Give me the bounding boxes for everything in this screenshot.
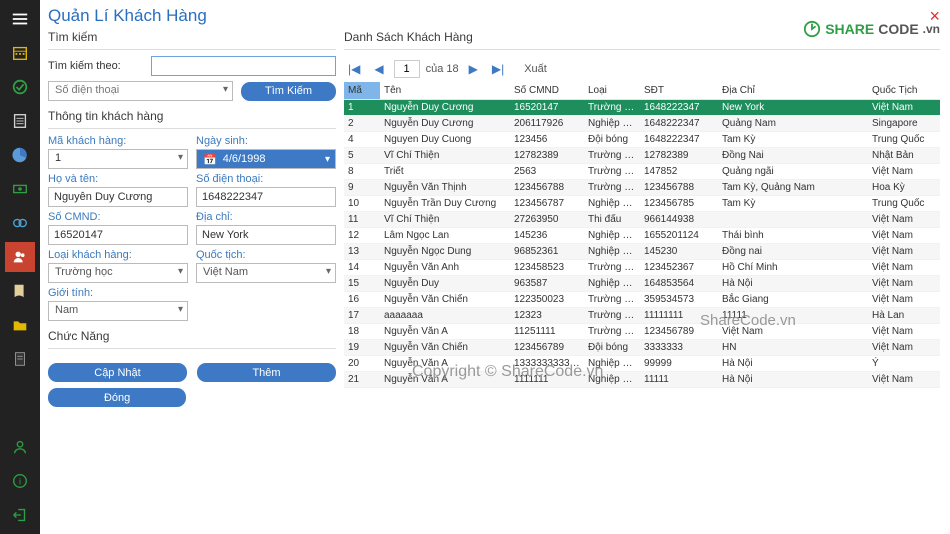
table-row[interactable]: 4Nguyen Duy Cuong123456Đội bóng164822234… xyxy=(344,132,940,148)
close-button[interactable]: Đóng xyxy=(48,388,186,407)
export-button[interactable]: Xuất xyxy=(524,63,547,75)
pager-next-icon[interactable]: ▶ xyxy=(465,62,482,76)
dob-input[interactable]: 📅 4/6/1998 xyxy=(196,149,336,169)
column-header[interactable]: Mã xyxy=(344,82,380,100)
table-row[interactable]: 1Nguyễn Duy Cương16520147Trường …1648222… xyxy=(344,100,940,116)
search-by-label: Tìm kiếm theo: xyxy=(48,60,143,72)
table-row[interactable]: 19Nguyễn Văn Chiến123456789Đội bóng33333… xyxy=(344,340,940,356)
search-section-title: Tìm kiếm xyxy=(48,30,336,44)
table-row[interactable]: 10Nguyễn Trần Duy Cương123456787Nghiệp …… xyxy=(344,196,940,212)
dob-label: Ngày sinh: xyxy=(196,135,336,147)
table-row[interactable]: 9Nguyễn Văn Thịnh123456788Trường …123456… xyxy=(344,180,940,196)
calendar-icon[interactable] xyxy=(5,38,35,68)
update-button[interactable]: Cập Nhật xyxy=(48,363,187,382)
table-row[interactable]: 21Nguyễn Văn A1111111Nghiệp …11111Hà Nội… xyxy=(344,372,940,388)
pager-first-icon[interactable]: |◀ xyxy=(344,62,364,76)
name-input[interactable] xyxy=(48,187,188,207)
add-button[interactable]: Thêm xyxy=(197,363,336,382)
table-row[interactable]: 8Triết2563Trường …147852Quảng ngãiViệt N… xyxy=(344,164,940,180)
phone-input[interactable] xyxy=(196,187,336,207)
nat-label: Quốc tịch: xyxy=(196,249,336,261)
cmnd-label: Số CMND: xyxy=(48,211,188,223)
customer-table: MãTênSố CMNDLoạiSĐTĐịa ChỉQuốc Tịch 1Ngu… xyxy=(344,82,940,388)
column-header[interactable]: Số CMND xyxy=(510,82,584,100)
column-header[interactable]: Tên xyxy=(380,82,510,100)
bill-icon[interactable] xyxy=(5,344,35,374)
left-sidebar: i xyxy=(0,0,40,534)
addr-label: Địa chỉ: xyxy=(196,211,336,223)
sharecode-logo: SHARECODE.vn xyxy=(803,20,940,38)
table-row[interactable]: 2Nguyễn Duy Cương206117926Nghiệp …164822… xyxy=(344,116,940,132)
cash-icon[interactable] xyxy=(5,174,35,204)
calendar-small-icon: 📅 xyxy=(203,153,217,166)
type-label: Loại khách hàng: xyxy=(48,249,188,261)
pager-prev-icon[interactable]: ◀ xyxy=(370,62,387,76)
pager: |◀ ◀ của 18 ▶ ▶| Xuất xyxy=(344,60,940,78)
table-row[interactable]: 18Nguyễn Văn A11251111Trường …123456789V… xyxy=(344,324,940,340)
table-row[interactable]: 15Nguyễn Duy963587Nghiệp …164853564Hà Nộ… xyxy=(344,276,940,292)
column-header[interactable]: SĐT xyxy=(640,82,718,100)
rings-icon[interactable] xyxy=(5,208,35,238)
table-row[interactable]: 16Nguyễn Văn Chiến122350023Trường …35953… xyxy=(344,292,940,308)
addr-input[interactable] xyxy=(196,225,336,245)
column-header[interactable]: Loại xyxy=(584,82,640,100)
checkmark-icon[interactable] xyxy=(5,72,35,102)
logout-icon[interactable] xyxy=(5,500,35,530)
table-row[interactable]: 17aaaaaaa12323Trường …1111111111111Hà La… xyxy=(344,308,940,324)
pager-of-label: của 18 xyxy=(426,63,459,75)
actions-title: Chức Năng xyxy=(48,329,336,343)
logo-icon xyxy=(803,20,821,38)
table-row[interactable]: 20Nguyễn Văn A1333333333…Nghiệp …99999Hà… xyxy=(344,356,940,372)
table-row[interactable]: 12Lâm Ngọc Lan145236Nghiệp …1655201124Th… xyxy=(344,228,940,244)
dob-value: 4/6/1998 xyxy=(223,153,266,165)
table-row[interactable]: 11Vĩ Chí Thiện27263950Thi đấu966144938Vi… xyxy=(344,212,940,228)
chart-pie-icon[interactable] xyxy=(5,140,35,170)
search-input[interactable] xyxy=(151,56,336,76)
gender-select[interactable]: Nam xyxy=(48,301,188,321)
folder-icon[interactable] xyxy=(5,310,35,340)
list-icon[interactable] xyxy=(5,106,35,136)
table-row[interactable]: 14Nguyễn Văn Anh123458523Trường …1234523… xyxy=(344,260,940,276)
scroll-icon[interactable] xyxy=(5,276,35,306)
nat-select[interactable]: Việt Nam xyxy=(196,263,336,283)
column-header[interactable]: Địa Chỉ xyxy=(718,82,868,100)
phone-label: Số điện thoại: xyxy=(196,173,336,185)
user-icon[interactable] xyxy=(5,432,35,462)
column-header[interactable]: Quốc Tịch xyxy=(868,82,940,100)
pager-last-icon[interactable]: ▶| xyxy=(488,62,508,76)
table-row[interactable]: 5Vĩ Chí Thiện12782389Trường …12782389Đồn… xyxy=(344,148,940,164)
type-select[interactable]: Trường học xyxy=(48,263,188,283)
gender-label: Giới tính: xyxy=(48,287,188,299)
svg-text:i: i xyxy=(19,477,21,487)
info-section-title: Thông tin khách hàng xyxy=(48,109,336,123)
table-row[interactable]: 13Nguyễn Ngọc Dung96852361Nghiệp …145230… xyxy=(344,244,940,260)
id-label: Mã khách hàng: xyxy=(48,135,188,147)
cmnd-input[interactable] xyxy=(48,225,188,245)
users-red-icon[interactable] xyxy=(5,242,35,272)
id-select[interactable]: 1 xyxy=(48,149,188,169)
hamburger-icon[interactable] xyxy=(5,4,35,34)
search-button[interactable]: Tìm Kiếm xyxy=(241,82,336,101)
name-label: Họ và tên: xyxy=(48,173,188,185)
pager-page-input[interactable] xyxy=(394,60,420,78)
info-icon[interactable]: i xyxy=(5,466,35,496)
search-filter-select[interactable]: Số điện thoại xyxy=(48,81,233,101)
